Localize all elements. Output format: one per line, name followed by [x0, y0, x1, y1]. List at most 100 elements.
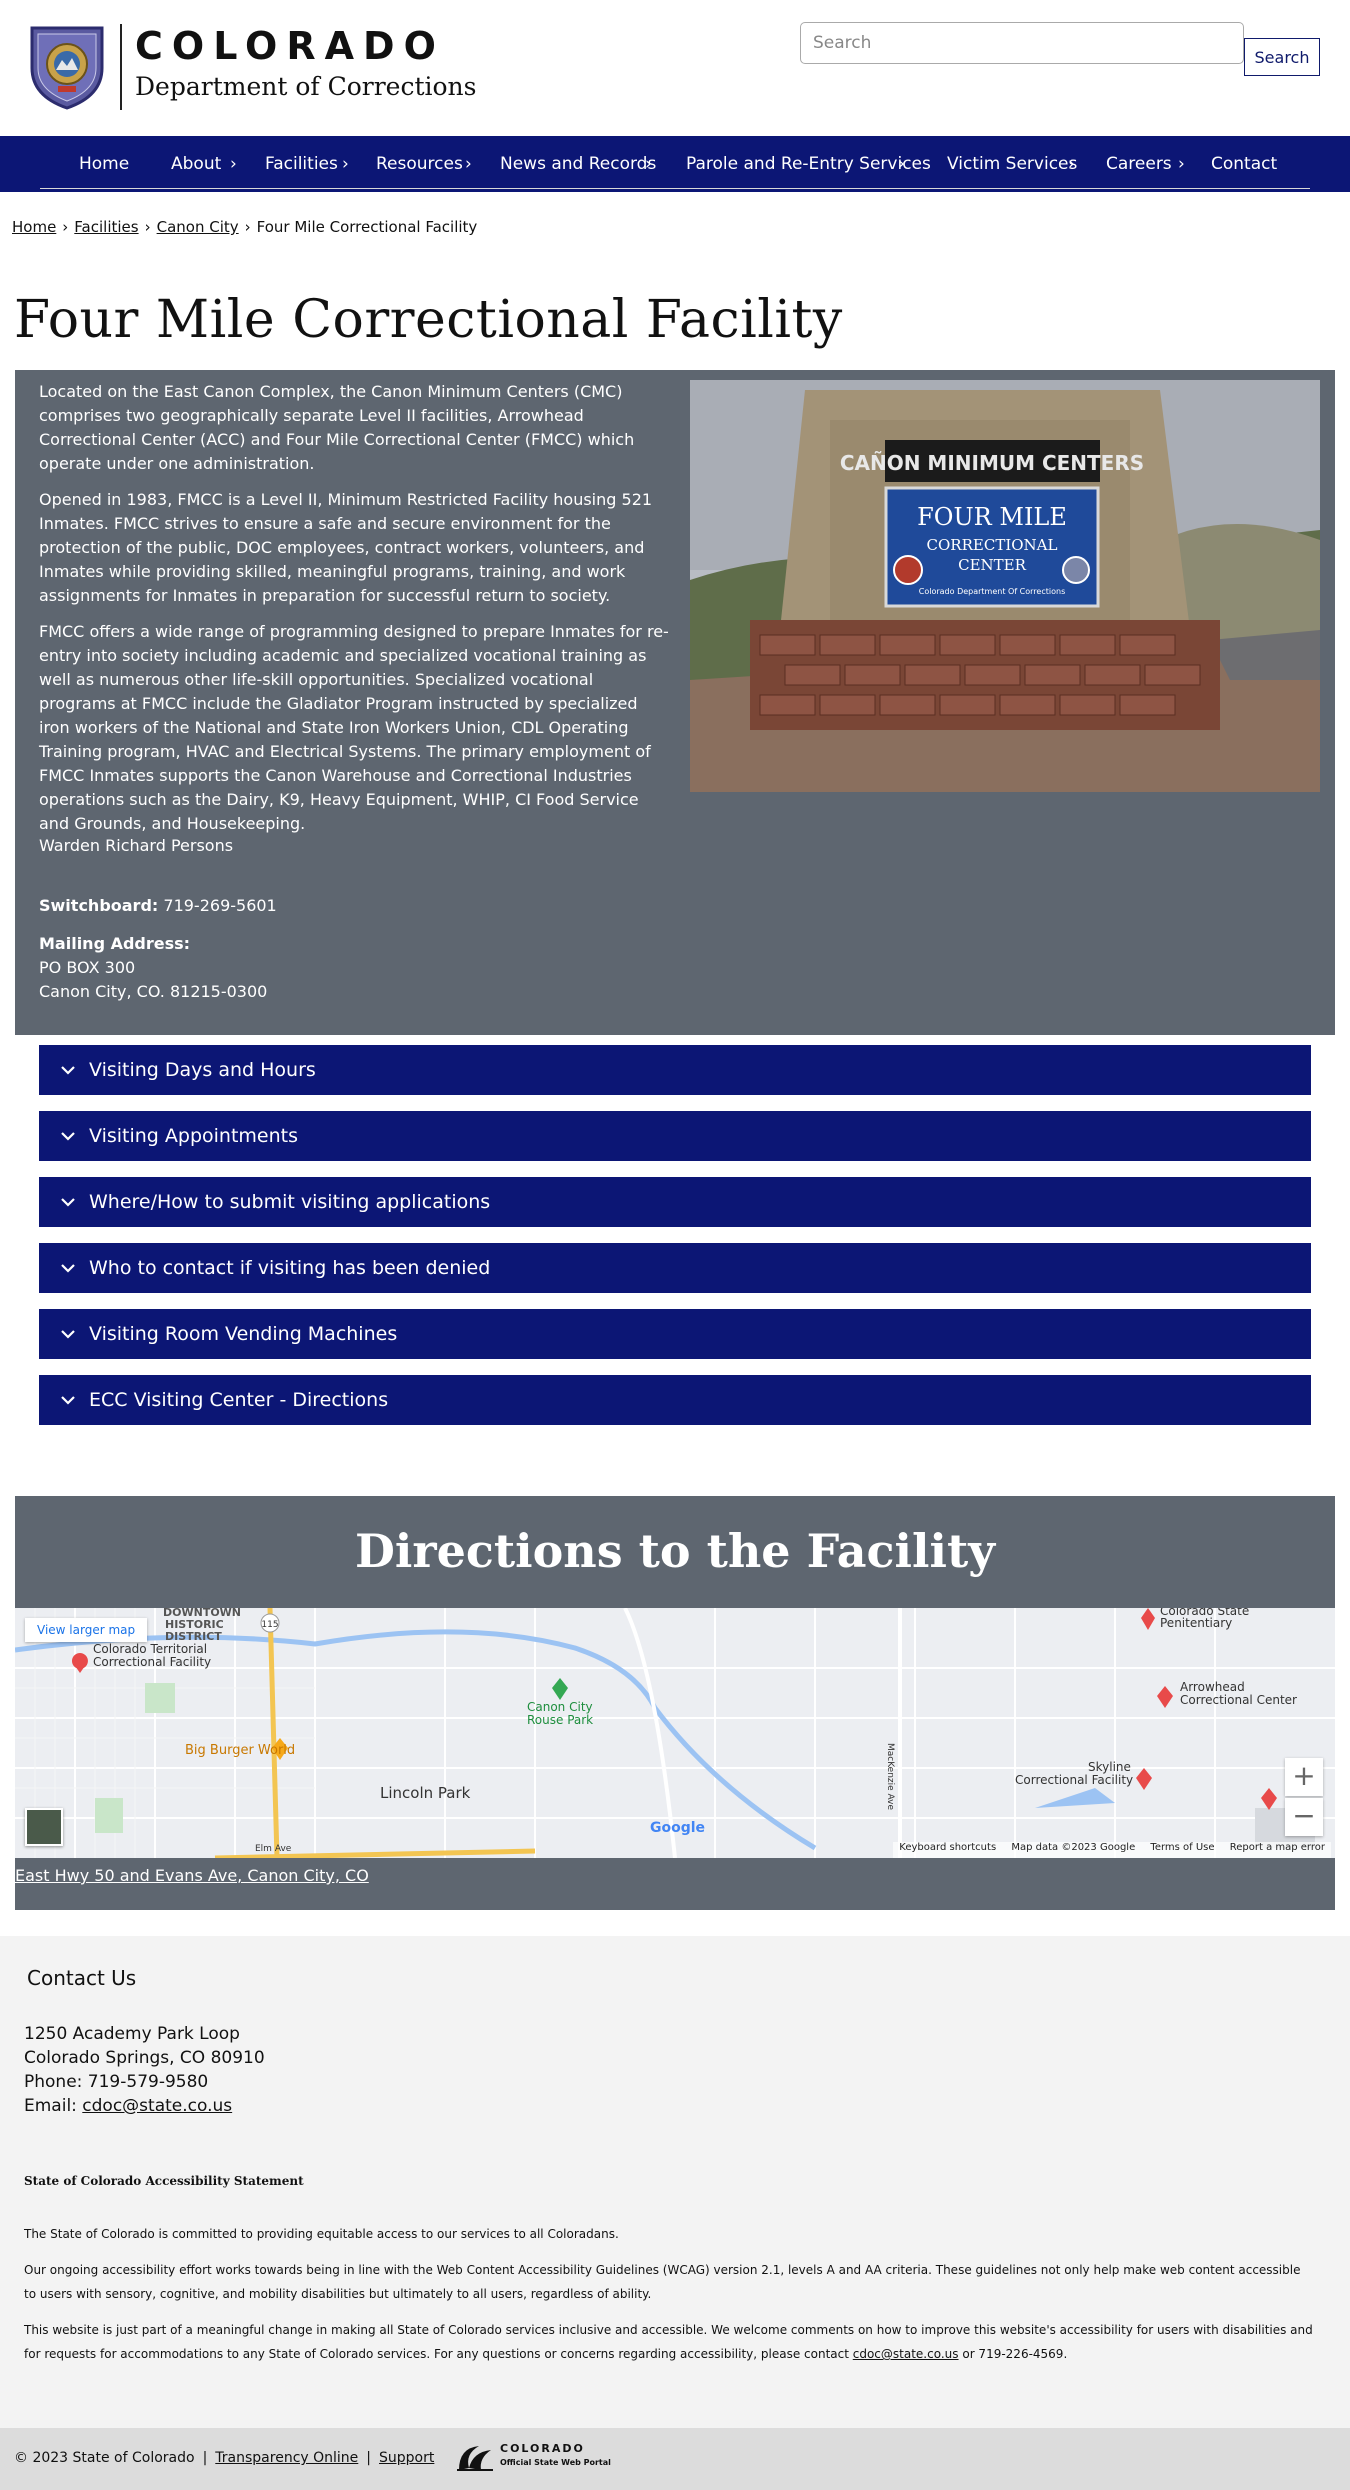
- nav-underline: [40, 188, 1310, 189]
- breadcrumb-city-link[interactable]: Canon City: [157, 218, 239, 236]
- zoom-out-button[interactable]: −: [1285, 1798, 1323, 1836]
- breadcrumb-home-link[interactable]: Home: [12, 218, 56, 236]
- chevron-right-icon[interactable]: ›: [465, 136, 472, 192]
- pipe-separator: |: [202, 2450, 208, 2466]
- chevron-down-icon: [61, 1198, 75, 1207]
- accessibility-email-link[interactable]: cdoc@state.co.us: [853, 2347, 959, 2361]
- chevron-down-icon: [61, 1264, 75, 1273]
- nav-item-resources[interactable]: Resources: [376, 136, 463, 192]
- main-nav: Home About › Facilities › Resources › Ne…: [0, 136, 1350, 192]
- brand-state-name[interactable]: COLORADO: [135, 24, 445, 68]
- page-title: Four Mile Correctional Facility: [14, 290, 843, 350]
- map-attribution: Keyboard shortcuts Map data ©2023 Google…: [893, 1842, 1331, 1858]
- facility-sign-illustration: CAÑON MINIMUM CENTERS FOUR MILE CORRECTI…: [690, 380, 1320, 792]
- report-map-error-link[interactable]: Report a map error: [1230, 1842, 1325, 1853]
- facility-sign-photo: CAÑON MINIMUM CENTERS FOUR MILE CORRECTI…: [690, 380, 1320, 792]
- accordion-ecc-directions[interactable]: ECC Visiting Center - Directions: [39, 1375, 1311, 1425]
- sign-line-text: CORRECTIONAL: [927, 536, 1058, 554]
- map-label-lincoln-park: Lincoln Park: [380, 1784, 471, 1802]
- chevron-down-icon: [61, 1066, 75, 1075]
- directions-panel: Directions to the Facility 115 DOWNTOWN …: [15, 1496, 1335, 1910]
- mailing-line: Canon City, CO. 81215-0300: [39, 982, 268, 1001]
- zoom-in-button[interactable]: +: [1285, 1758, 1323, 1796]
- chevron-right-icon[interactable]: ›: [645, 136, 652, 192]
- contact-address-line: 1250 Academy Park Loop: [24, 2024, 240, 2044]
- map-label-rouse-park: Rouse Park: [527, 1713, 594, 1727]
- accordion-submit-applications[interactable]: Where/How to submit visiting application…: [39, 1177, 1311, 1227]
- description-paragraph: Located on the East Canon Complex, the C…: [39, 382, 635, 473]
- bottom-bar: © 2023 State of Colorado | Transparency On…: [0, 2428, 1350, 2490]
- nav-item-contact[interactable]: Contact: [1211, 136, 1277, 192]
- contact-title: Contact Us: [27, 1966, 137, 1990]
- colorado-portal-logo-icon[interactable]: [455, 2442, 495, 2474]
- chevron-right-icon[interactable]: ›: [230, 136, 237, 192]
- switchboard: Switchboard: 719-269-5601: [39, 896, 277, 915]
- switchboard-number: 719-269-5601: [163, 896, 277, 915]
- accordion-visiting-days[interactable]: Visiting Days and Hours: [39, 1045, 1311, 1095]
- chevron-right-icon[interactable]: ›: [898, 136, 905, 192]
- chevron-right-icon[interactable]: ›: [1178, 136, 1185, 192]
- accessibility-paragraph: The State of Colorado is committed to pr…: [24, 2227, 619, 2241]
- nav-item-about[interactable]: About: [171, 136, 221, 192]
- nav-item-victim-services[interactable]: Victim Services: [947, 136, 1077, 192]
- contact-phone: Phone: 719-579-9580: [24, 2072, 209, 2092]
- view-larger-map-link[interactable]: View larger map: [25, 1618, 148, 1642]
- nav-item-parole[interactable]: Parole and Re-Entry Services: [686, 136, 931, 192]
- accessibility-text: or 719-226-4569.: [958, 2347, 1068, 2361]
- breadcrumb: Home › Facilities › Canon City › Four Mile Cor…: [12, 218, 477, 236]
- portal-subtitle: Official State Web Portal: [500, 2458, 611, 2467]
- accordion-vending-machines[interactable]: Visiting Room Vending Machines: [39, 1309, 1311, 1359]
- search-button[interactable]: Search: [1244, 38, 1320, 76]
- contact-details: 1250 Academy Park Loop Colorado Springs,…: [24, 2022, 265, 2118]
- search-input[interactable]: [800, 22, 1244, 64]
- accordion-visiting-denied[interactable]: Who to contact if visiting has been deni…: [39, 1243, 1311, 1293]
- mailing-address: Mailing Address: PO BOX 300 Canon City, …: [39, 932, 267, 1004]
- copyright-text: © 2023 State of Colorado: [14, 2450, 195, 2466]
- accordion-visiting-appointments[interactable]: Visiting Appointments: [39, 1111, 1311, 1161]
- embedded-map[interactable]: 115 DOWNTOWN HISTORIC DISTRICT Colorado …: [15, 1608, 1335, 1858]
- contact-email-link[interactable]: cdoc@state.co.us: [82, 2096, 232, 2116]
- switchboard-label: Switchboard:: [39, 896, 159, 915]
- contact-address-line: Colorado Springs, CO 80910: [24, 2048, 265, 2068]
- directions-title: Directions to the Facility: [355, 1524, 995, 1578]
- chevron-down-icon: [61, 1330, 75, 1339]
- map-label-rouse-park: Canon City: [527, 1700, 593, 1714]
- facility-info-panel: Located on the East Canon Complex, the C…: [15, 370, 1335, 1035]
- transparency-online-link[interactable]: Transparency Online: [215, 2450, 358, 2466]
- map-label-mackenzie: MacKenzie Ave: [885, 1743, 895, 1811]
- breadcrumb-separator: ›: [62, 218, 69, 236]
- nav-item-facilities[interactable]: Facilities: [265, 136, 338, 192]
- terms-of-use-link[interactable]: Terms of Use: [1150, 1842, 1214, 1853]
- map-layer-toggle[interactable]: [25, 1808, 63, 1846]
- description-paragraph: FMCC offers a wide range of programming …: [39, 622, 669, 833]
- portal-name: COLORADO: [500, 2442, 585, 2455]
- accessibility-title: State of Colorado Accessibility Statemen…: [24, 2174, 304, 2188]
- chevron-down-icon: [61, 1132, 75, 1141]
- map-label-skyline: Skyline: [1088, 1760, 1131, 1774]
- accessibility-text: This website is just part of a meaningfu…: [24, 2323, 1313, 2361]
- brand-department-name[interactable]: Department of Corrections: [135, 72, 477, 101]
- accordion-label: Where/How to submit visiting application…: [89, 1191, 491, 1213]
- sign-top-text: CAÑON MINIMUM CENTERS: [840, 451, 1144, 475]
- colorado-seal-icon[interactable]: [28, 22, 106, 110]
- map-label-penitentiary: Penitentiary: [1160, 1616, 1233, 1630]
- facility-description: Located on the East Canon Complex, the C…: [39, 380, 669, 848]
- map-address-link[interactable]: East Hwy 50 and Evans Ave, Canon City, C…: [15, 1866, 369, 1885]
- nav-item-home[interactable]: Home: [79, 136, 129, 192]
- accordion-label: Who to contact if visiting has been deni…: [89, 1257, 491, 1279]
- pipe-separator: |: [366, 2450, 372, 2466]
- nav-item-news-and-records[interactable]: News and Records: [500, 136, 656, 192]
- chevron-right-icon[interactable]: ›: [1068, 136, 1075, 192]
- warden-name: Warden Richard Persons: [39, 836, 234, 855]
- description-paragraph: Opened in 1983, FMCC is a Level II, Mini…: [39, 490, 653, 605]
- support-link[interactable]: Support: [379, 2450, 434, 2466]
- keyboard-shortcuts-link[interactable]: Keyboard shortcuts: [899, 1842, 996, 1853]
- map-data-credit: Map data ©2023 Google: [1011, 1842, 1136, 1853]
- sign-small-text: Colorado Department Of Corrections: [919, 587, 1065, 596]
- map-label-skyline: Correctional Facility: [1015, 1773, 1134, 1787]
- breadcrumb-facilities-link[interactable]: Facilities: [74, 218, 138, 236]
- map-label-arrowhead: Correctional Center: [1180, 1693, 1297, 1707]
- nav-item-careers[interactable]: Careers: [1106, 136, 1172, 192]
- accessibility-paragraph: Our ongoing accessibility effort works t…: [24, 2263, 1301, 2301]
- chevron-right-icon[interactable]: ›: [342, 136, 349, 192]
